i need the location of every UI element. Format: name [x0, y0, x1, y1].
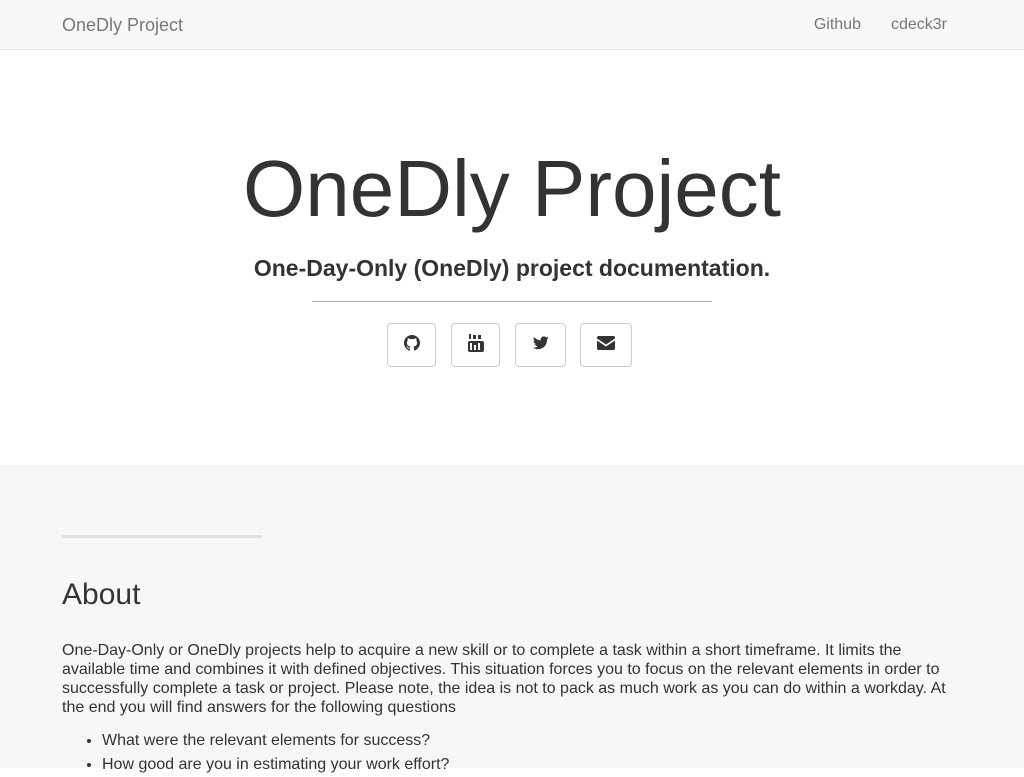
hero-title: OneDly Project — [243, 144, 781, 233]
youtube-icon — [467, 333, 484, 357]
list-item: How good are you in estimating your work… — [102, 753, 449, 777]
nav-link-cdeck3r[interactable]: cdeck3r — [891, 14, 947, 36]
email-button[interactable] — [580, 323, 632, 367]
navbar-brand[interactable]: OneDly Project — [62, 14, 183, 36]
about-paragraph: One-Day-Only or OneDly projects help to … — [62, 642, 946, 716]
github-button[interactable] — [387, 323, 436, 367]
top-navbar: OneDly Project Github cdeck3r — [0, 0, 1024, 50]
nav-link-github[interactable]: Github — [814, 14, 861, 36]
about-section: About One-Day-Only or OneDly projects he… — [0, 465, 1024, 773]
hero-subtitle: One-Day-Only (OneDly) project documentat… — [253, 255, 771, 281]
questions-list: What were the relevant elements for succ… — [62, 729, 449, 777]
list-item: What were the relevant elements for succ… — [102, 729, 449, 753]
navbar-links: Github cdeck3r — [814, 14, 947, 36]
hero-section: OneDly Project One-Day-Only (OneDly) pro… — [0, 51, 1024, 465]
about-heading: About — [62, 578, 141, 611]
social-buttons — [0, 323, 1024, 368]
section-divider — [62, 535, 262, 538]
youtube-button[interactable] — [451, 323, 500, 367]
hero-divider — [312, 301, 712, 302]
github-icon — [403, 334, 420, 356]
twitter-button[interactable] — [515, 323, 566, 367]
envelope-icon — [597, 335, 615, 355]
twitter-icon — [532, 335, 549, 355]
